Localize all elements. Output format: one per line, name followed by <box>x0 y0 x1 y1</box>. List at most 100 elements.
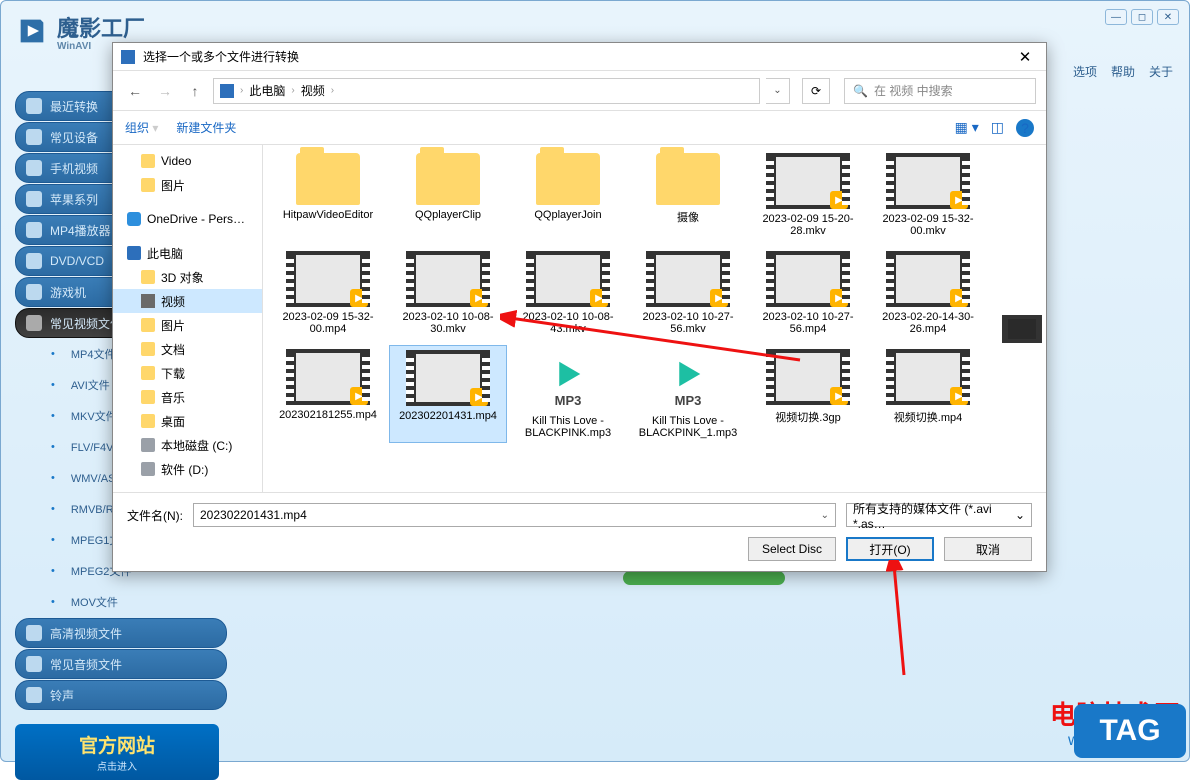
file-item[interactable]: ▶ 202302181255.mp4 <box>269 345 387 443</box>
tree-icon <box>127 246 141 260</box>
menu-about[interactable]: 关于 <box>1149 63 1173 80</box>
tree-icon <box>141 390 155 404</box>
filename-value: 202302201431.mp4 <box>200 508 307 522</box>
sidebar-item-label: 游戏机 <box>50 284 86 301</box>
preview-pane-button[interactable]: ◫ <box>991 119 1004 136</box>
mp3-thumb: MP3 <box>534 349 602 411</box>
file-item[interactable]: 摄像 <box>629 149 747 241</box>
file-item[interactable]: QQplayerJoin <box>509 149 627 241</box>
maximize-button[interactable]: ◻ <box>1131 9 1153 25</box>
file-item[interactable]: QQplayerClip <box>389 149 507 241</box>
sidebar-icon <box>26 284 42 300</box>
file-name-label: 2023-02-09 15-32-00.mp4 <box>273 311 383 335</box>
menu-options[interactable]: 选项 <box>1073 63 1097 80</box>
file-item[interactable]: ▶2023-02-10 10-08-30.mkv <box>389 247 507 339</box>
nav-back-button[interactable]: ← <box>123 79 147 103</box>
tree-item-3[interactable]: OneDrive - Pers… <box>113 207 262 231</box>
search-icon: 🔍 <box>853 84 868 98</box>
sidebar-item-17[interactable]: 高清视频文件 <box>15 618 227 648</box>
file-name-label: 2023-02-10 10-27-56.mp4 <box>753 311 863 335</box>
minimize-button[interactable]: — <box>1105 9 1127 25</box>
tree-item-10[interactable]: 下载 <box>113 361 262 385</box>
sidebar-item-19[interactable]: 铃声 <box>15 680 227 710</box>
folder-thumb <box>416 153 480 205</box>
tree-item-0[interactable]: Video <box>113 149 262 173</box>
file-list-area[interactable]: HitpawVideoEditor QQplayerClip QQplayerJoi… <box>263 145 1046 492</box>
folder-tree: Video图片OneDrive - Pers…此电脑3D 对象视频图片文档下载音… <box>113 145 263 492</box>
file-name-label: Kill This Love - BLACKPINK.mp3 <box>513 415 623 439</box>
promo-banner[interactable]: 官方网站点击进入 <box>15 724 219 780</box>
nav-forward-button[interactable]: → <box>153 79 177 103</box>
cancel-button[interactable]: 取消 <box>944 537 1032 561</box>
tree-item-13[interactable]: 本地磁盘 (C:) <box>113 433 262 457</box>
organize-menu[interactable]: 组织 ▾ <box>125 119 158 136</box>
breadcrumb-bar[interactable]: › 此电脑 › 视频 › <box>213 78 760 104</box>
file-item[interactable]: ▶视频切换.mp4 <box>869 345 987 443</box>
location-icon <box>220 84 234 98</box>
tree-item-6[interactable]: 3D 对象 <box>113 265 262 289</box>
select-disc-button[interactable]: Select Disc <box>748 537 836 561</box>
menu-help[interactable]: 帮助 <box>1111 63 1135 80</box>
open-button[interactable]: 打开(O) <box>846 537 934 561</box>
file-name-label: 202302201431.mp4 <box>399 410 497 422</box>
file-item[interactable]: ▶2023-02-10 10-27-56.mkv <box>629 247 747 339</box>
file-item[interactable]: ▶2023-02-09 15-32-00.mkv <box>869 149 987 241</box>
sidebar-icon <box>26 160 42 176</box>
tree-item-7[interactable]: 视频 <box>113 289 262 313</box>
tree-item-14[interactable]: 软件 (D:) <box>113 457 262 481</box>
file-item[interactable]: MP3 Kill This Love - BLACKPINK.mp3 <box>509 345 627 443</box>
file-item[interactable]: ▶ 2023-02-09 15-32-00.mp4 <box>269 247 387 339</box>
breadcrumb-0[interactable]: 此电脑 <box>249 82 285 99</box>
file-item[interactable]: ▶2023-02-09 15-20-28.mkv <box>749 149 867 241</box>
tree-icon <box>141 318 155 332</box>
address-dropdown[interactable]: ⌄ <box>766 78 790 104</box>
file-item[interactable]: ▶2023-02-20-14-30-26.mp4 <box>869 247 987 339</box>
view-mode-button[interactable]: ▦ ▾ <box>955 119 979 136</box>
filename-dropdown-icon[interactable]: ⌄ <box>821 510 829 521</box>
video-thumb: ▶ <box>286 349 370 405</box>
file-item[interactable]: ▶2023-02-10 10-08-43.mkv <box>509 247 627 339</box>
nav-up-button[interactable]: ↑ <box>183 79 207 103</box>
tree-icon <box>141 342 155 356</box>
sidebar-icon <box>26 315 42 331</box>
file-item[interactable]: MP3Kill This Love - BLACKPINK_1.mp3 <box>629 345 747 443</box>
file-name-label: 202302181255.mp4 <box>279 409 377 421</box>
file-item[interactable]: ▶202302201431.mp4 <box>389 345 507 443</box>
close-button[interactable]: ✕ <box>1157 9 1179 25</box>
file-item[interactable]: HitpawVideoEditor <box>269 149 387 241</box>
mp3-thumb: MP3 <box>654 349 722 411</box>
tree-icon <box>141 462 155 476</box>
file-type-filter[interactable]: 所有支持的媒体文件 (*.avi *.as…⌄ <box>846 503 1032 527</box>
tree-item-1[interactable]: 图片 <box>113 173 262 197</box>
file-name-label: 2023-02-09 15-20-28.mkv <box>753 213 863 237</box>
tree-item-12[interactable]: 桌面 <box>113 409 262 433</box>
tree-item-label: 图片 <box>161 177 185 194</box>
new-folder-button[interactable]: 新建文件夹 <box>176 119 236 136</box>
dialog-icon <box>121 50 135 64</box>
promo-sub: 点击进入 <box>97 758 137 773</box>
search-input[interactable]: 🔍 在 视频 中搜索 <box>844 78 1036 104</box>
sidebar-item-label: DVD/VCD <box>50 254 104 268</box>
filename-input[interactable]: 202302201431.mp4 ⌄ <box>193 503 836 527</box>
tree-item-11[interactable]: 音乐 <box>113 385 262 409</box>
video-thumb: ▶ <box>286 251 370 307</box>
file-item[interactable]: ▶视频切换.3gp <box>749 345 867 443</box>
tree-item-5[interactable]: 此电脑 <box>113 241 262 265</box>
refresh-button[interactable]: ⟳ <box>802 78 830 104</box>
file-name-label: QQplayerClip <box>415 209 481 221</box>
tree-item-label: 音乐 <box>161 389 185 406</box>
file-item[interactable]: ▶2023-02-10 10-27-56.mp4 <box>749 247 867 339</box>
sidebar-item-label: 苹果系列 <box>50 191 98 208</box>
tree-item-9[interactable]: 文档 <box>113 337 262 361</box>
sidebar-item-16[interactable]: MOV文件 <box>15 587 227 617</box>
tree-item-label: 文档 <box>161 341 185 358</box>
side-preview-thumb <box>1002 315 1042 343</box>
video-thumb: ▶ <box>886 251 970 307</box>
dialog-footer: 文件名(N): 202302201431.mp4 ⌄ 所有支持的媒体文件 (*.… <box>113 492 1046 571</box>
dialog-close-button[interactable]: ✕ <box>1012 48 1038 66</box>
sidebar-icon <box>26 253 42 269</box>
help-button[interactable]: ? <box>1016 119 1034 137</box>
sidebar-item-18[interactable]: 常见音频文件 <box>15 649 227 679</box>
breadcrumb-1[interactable]: 视频 <box>301 82 325 99</box>
tree-item-8[interactable]: 图片 <box>113 313 262 337</box>
